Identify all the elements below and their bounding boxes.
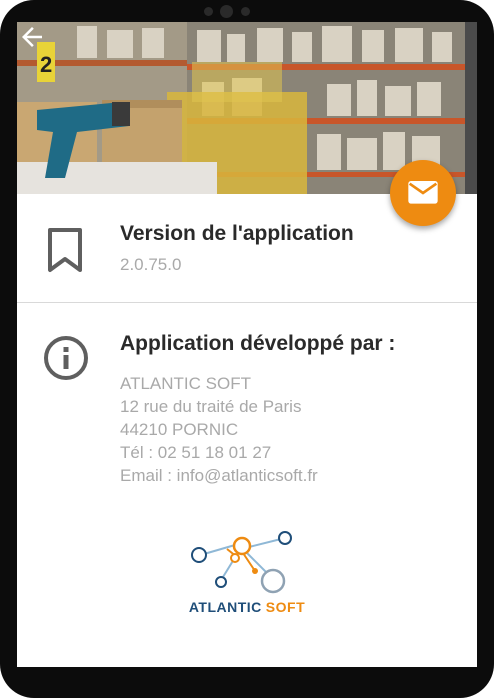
info-icon — [44, 336, 88, 380]
arrow-left-icon[interactable] — [17, 22, 47, 52]
logo-wordmark: ATLANTIC SOFT — [187, 599, 307, 615]
logo-word-atlantic: ATLANTIC — [188, 599, 262, 615]
logo-word-soft: SOFT — [265, 599, 306, 615]
version-title: Version de l'application — [120, 222, 354, 245]
mail-icon — [408, 181, 438, 204]
about-screen: 2 Version de l'application 2.0.75.0 Appl… — [17, 22, 477, 667]
bookmark-icon — [48, 228, 82, 272]
developer-address-block: ATLANTIC SOFT 12 rue du traité de Paris … — [120, 372, 318, 487]
tablet-frame: 2 Version de l'application 2.0.75.0 Appl… — [0, 0, 494, 698]
phone-number: Tél : 02 51 18 01 27 — [120, 443, 272, 462]
email-address: Email : info@atlanticsoft.fr — [120, 466, 318, 485]
street-address: 12 rue du traité de Paris — [120, 397, 302, 416]
email-fab-button[interactable] — [390, 160, 456, 226]
atlantic-soft-logo: ATLANTIC SOFT — [187, 527, 307, 622]
network-logo-graphic — [191, 531, 292, 594]
front-camera-dot — [204, 7, 213, 16]
section-divider — [17, 302, 477, 303]
developer-title: Application développé par : — [120, 332, 396, 355]
postal-city: 44210 PORNIC — [120, 420, 239, 439]
svg-text:2: 2 — [40, 52, 52, 77]
company-name: ATLANTIC SOFT — [120, 374, 251, 393]
front-camera — [220, 5, 233, 18]
sensor-dot — [241, 7, 250, 16]
version-value: 2.0.75.0 — [120, 255, 182, 274]
